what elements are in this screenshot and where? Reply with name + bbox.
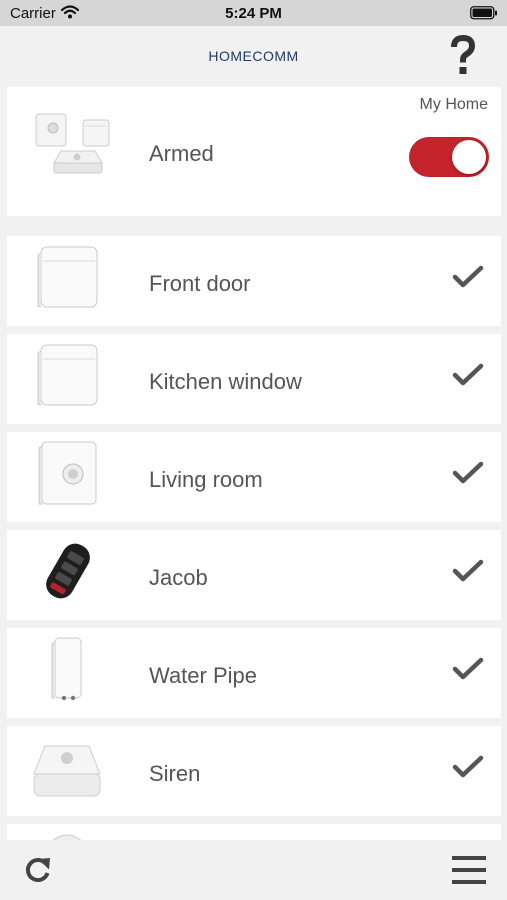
bottom-toolbar	[0, 840, 507, 900]
check-icon	[452, 461, 484, 484]
menu-button[interactable]	[452, 854, 486, 886]
key-fob-icon	[46, 543, 90, 599]
status-bar: Carrier 5:24 PM	[0, 0, 507, 26]
app-title: HOMECOMM	[208, 48, 299, 64]
device-thumbnail-partial	[52, 834, 82, 840]
nav-bar: HOMECOMM	[0, 26, 507, 86]
door-sensor-icon	[37, 246, 98, 308]
check-icon	[452, 657, 484, 680]
device-row[interactable]: Siren	[7, 726, 501, 816]
window-sensor-icon	[37, 344, 98, 406]
device-row-partial[interactable]	[7, 824, 501, 840]
device-label: Front door	[149, 271, 251, 296]
device-row[interactable]: Jacob	[7, 530, 501, 620]
question-mark-icon	[451, 34, 476, 74]
device-label: Siren	[149, 761, 201, 786]
home-status-card: My Home Armed	[7, 87, 501, 216]
refresh-icon	[25, 858, 50, 883]
menu-icon	[452, 856, 486, 884]
refresh-button[interactable]	[22, 854, 54, 886]
battery-icon	[470, 6, 498, 25]
device-row[interactable]: Kitchen window	[7, 334, 501, 424]
arm-toggle[interactable]	[409, 137, 489, 177]
check-icon	[452, 265, 484, 288]
help-button[interactable]	[449, 34, 477, 77]
arm-state-label: Armed	[149, 141, 214, 166]
status-time: 5:24 PM	[225, 5, 282, 22]
device-label: Water Pipe	[149, 663, 258, 688]
device-label: Living room	[149, 467, 263, 492]
water-sensor-icon	[51, 637, 82, 701]
check-icon	[452, 755, 484, 778]
security-kit-icon	[35, 113, 110, 174]
device-row[interactable]: Front door	[7, 236, 501, 326]
device-label: Jacob	[149, 565, 208, 590]
device-label: Kitchen window	[149, 369, 302, 394]
motion-sensor-icon	[38, 441, 97, 505]
home-name: My Home	[419, 96, 488, 113]
device-row[interactable]: Water Pipe	[7, 628, 501, 718]
check-icon	[452, 559, 484, 582]
toggle-knob	[452, 140, 486, 174]
siren-icon	[33, 745, 101, 797]
check-icon	[452, 363, 484, 386]
device-row[interactable]: Living room	[7, 432, 501, 522]
